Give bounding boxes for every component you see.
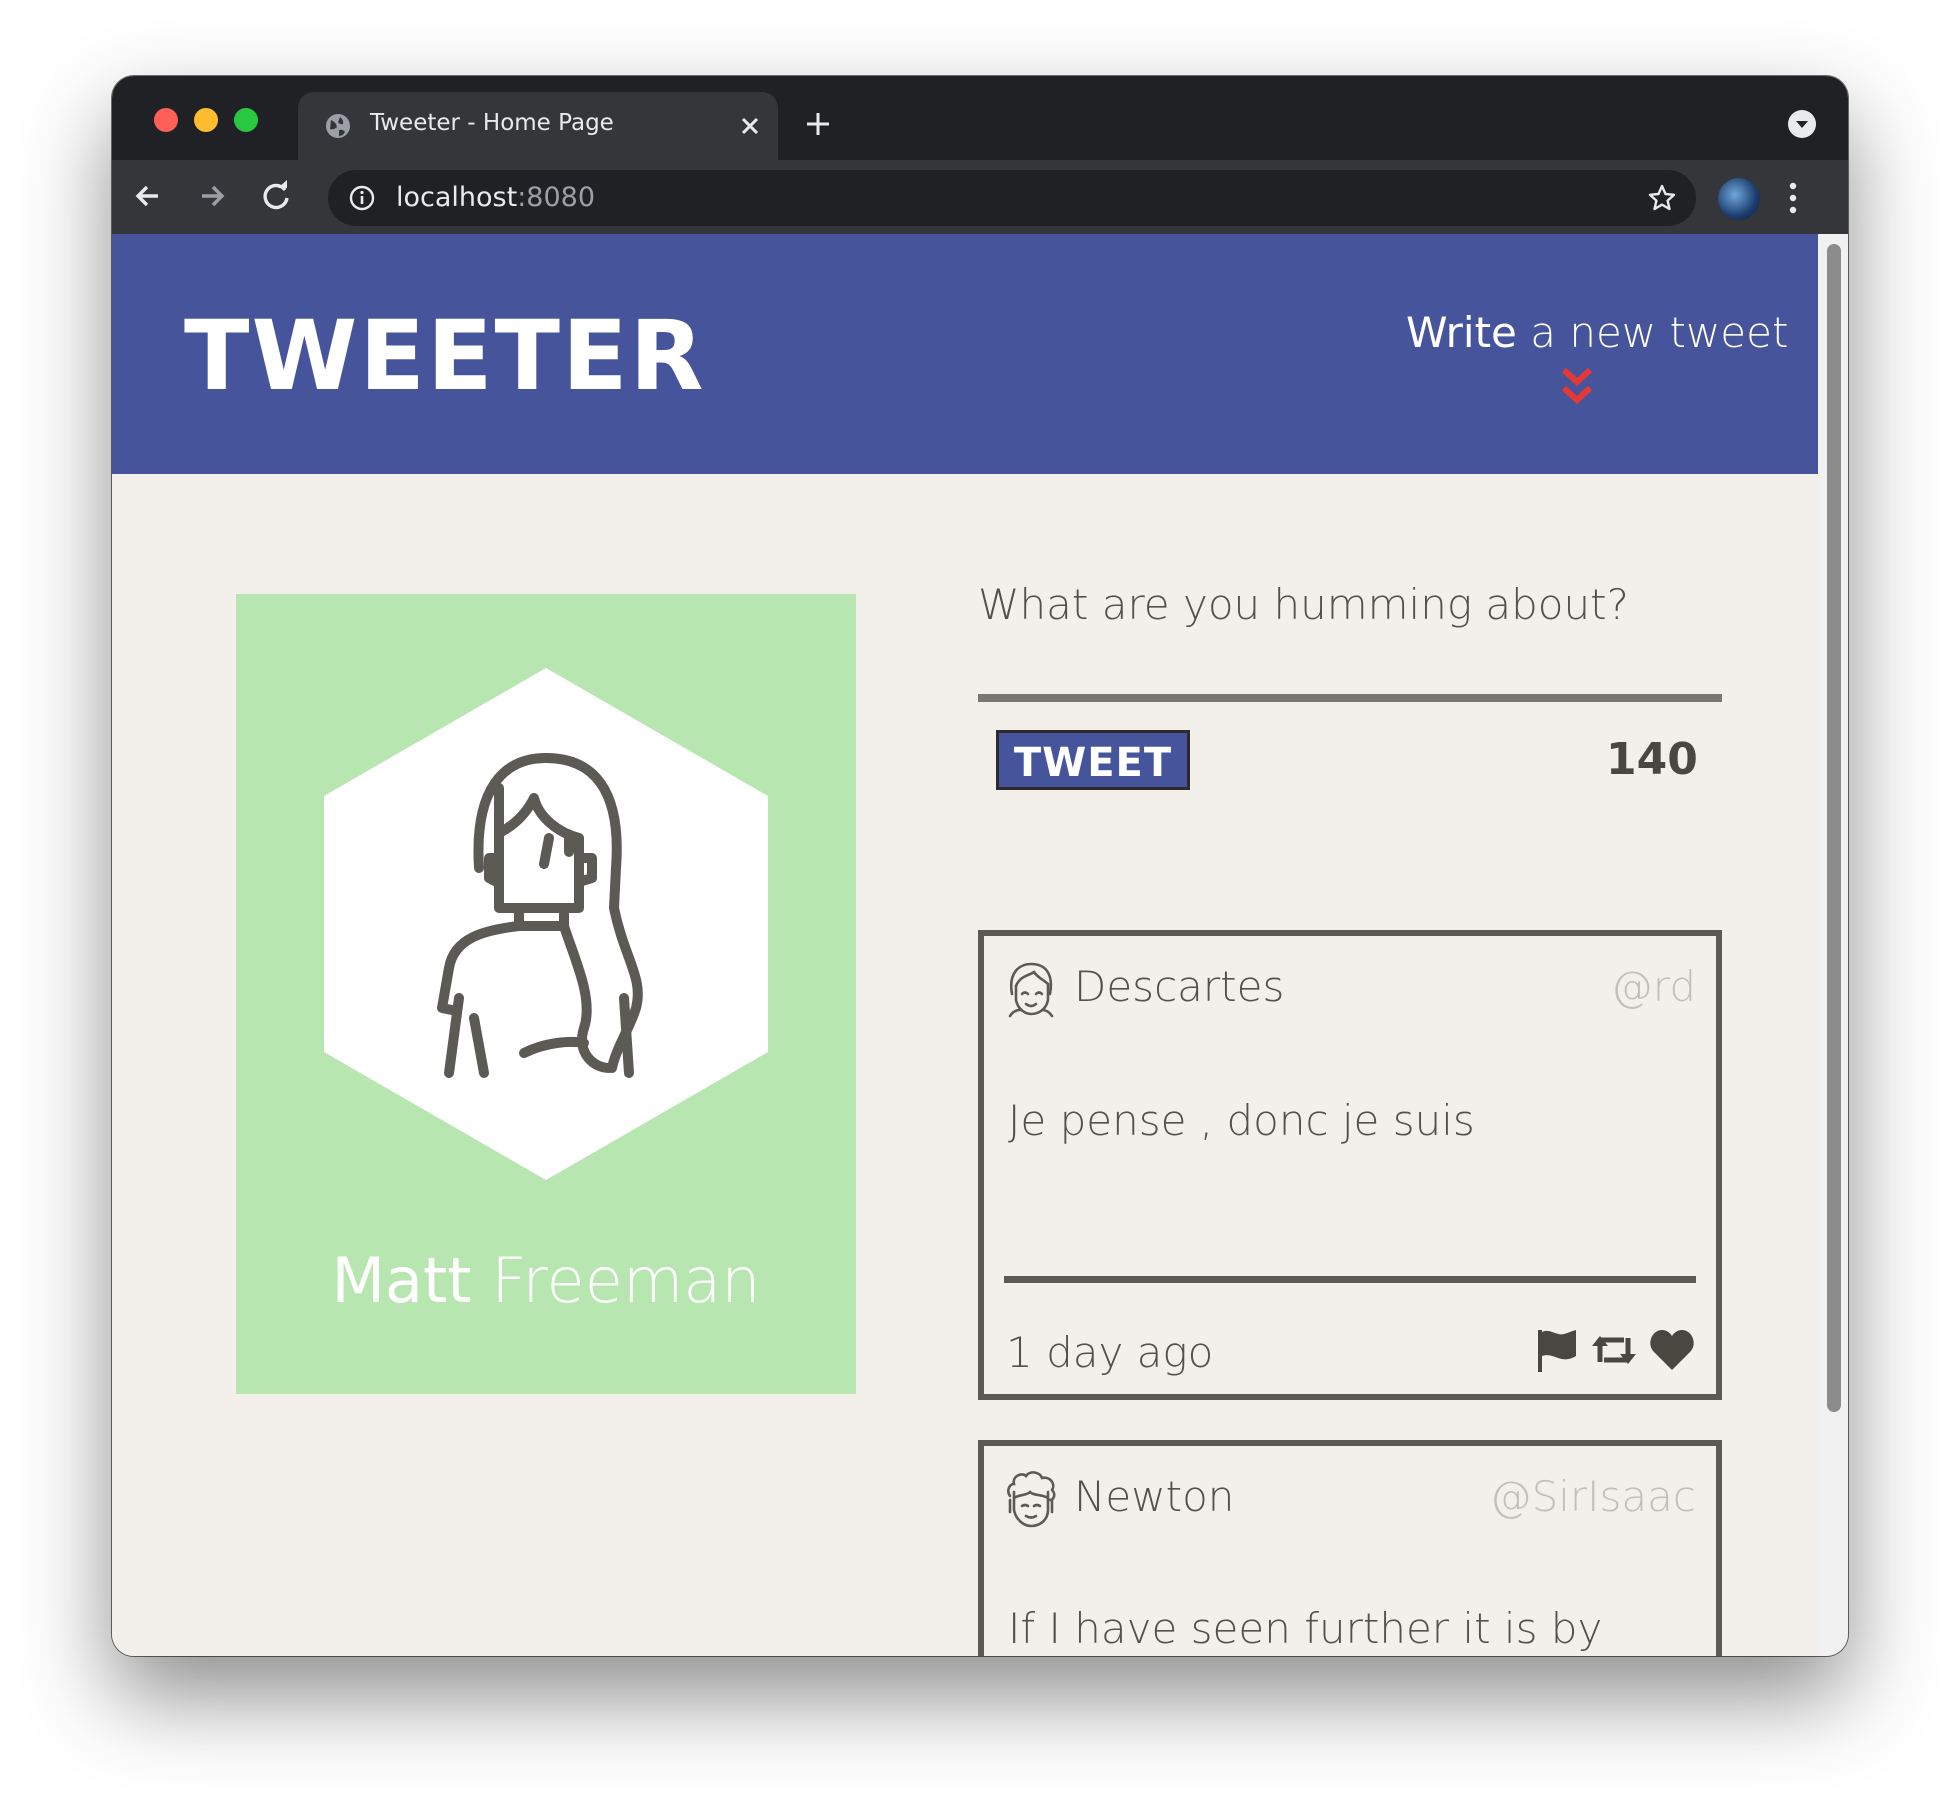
address-bar[interactable]: localhost:8080: [328, 170, 1696, 226]
tweet-input[interactable]: What are you humming about?: [978, 580, 1629, 629]
tab-strip: Tweeter - Home Page: [112, 76, 1848, 160]
browser-window: Tweeter - Home Page localhost:8080 TWEET…: [112, 76, 1848, 1656]
tweet-submit-button[interactable]: TWEET: [996, 730, 1190, 790]
browser-menu-icon[interactable]: [1788, 180, 1798, 216]
heart-icon[interactable]: [1648, 1326, 1696, 1374]
tab-search-icon[interactable]: [1788, 110, 1816, 138]
url-host: localhost: [396, 182, 518, 213]
bookmark-star-icon[interactable]: [1646, 182, 1678, 214]
minimize-window-button[interactable]: [194, 108, 218, 132]
double-chevron-down-icon[interactable]: [1560, 364, 1594, 408]
page-scrollbar[interactable]: [1818, 234, 1848, 1656]
page-content: TWEETER Write a new tweet Matt Freeman W…: [112, 234, 1818, 1656]
profile-avatar-hexagon: [324, 668, 768, 1180]
new-tab-icon[interactable]: [802, 108, 834, 140]
tweet-author-handle: @rd: [1610, 962, 1696, 1011]
profile-name: Matt Freeman: [236, 1244, 856, 1317]
retweet-icon[interactable]: [1590, 1326, 1638, 1374]
scrollbar-thumb[interactable]: [1827, 244, 1841, 1412]
tweet-actions: [1532, 1326, 1696, 1374]
forward-icon[interactable]: [192, 176, 232, 216]
url-port: :8080: [517, 182, 596, 213]
back-icon[interactable]: [128, 176, 168, 216]
browser-toolbar: localhost:8080: [112, 160, 1848, 234]
flag-icon[interactable]: [1532, 1326, 1580, 1374]
tweet-content: Je pense , donc je suis: [1008, 1096, 1475, 1145]
profile-last-name: Freeman: [471, 1244, 761, 1317]
profile-first-name: Matt: [331, 1244, 472, 1317]
url-text: localhost:8080: [396, 182, 595, 213]
tweet-author-handle: @SirIsaac: [1489, 1472, 1696, 1521]
tab-home[interactable]: Tweeter - Home Page: [298, 92, 778, 160]
reload-icon[interactable]: [256, 176, 296, 216]
tweet-card: Descartes @rd Je pense , donc je suis 1 …: [978, 930, 1722, 1400]
tab-title: Tweeter - Home Page: [370, 110, 614, 136]
site-logo[interactable]: TWEETER: [184, 308, 706, 404]
write-tweet-rest: a new tweet: [1516, 308, 1789, 357]
write-tweet-link[interactable]: Write a new tweet: [1406, 308, 1788, 357]
user-avatar-icon: [1007, 1471, 1056, 1528]
maximize-window-button[interactable]: [234, 108, 258, 132]
character-counter: 140: [1606, 734, 1698, 785]
user-avatar-icon: [1008, 962, 1054, 1018]
profile-card: Matt Freeman: [236, 594, 856, 1394]
tweet-divider: [1004, 1276, 1696, 1283]
close-window-button[interactable]: [154, 108, 178, 132]
profile-avatar[interactable]: [1718, 178, 1760, 220]
tweet-author-name: Descartes: [1074, 962, 1285, 1011]
site-nav: TWEETER Write a new tweet: [112, 234, 1818, 474]
tweet-author-name: Newton: [1074, 1472, 1235, 1521]
tweet-input-underline: [978, 694, 1722, 702]
tweet-content: If I have seen further it is by: [1008, 1604, 1603, 1653]
globe-icon: [326, 114, 350, 138]
write-tweet-strong: Write: [1406, 308, 1517, 357]
close-tab-icon[interactable]: [734, 110, 766, 142]
tweet-card: Newton @SirIsaac If I have seen further …: [978, 1440, 1722, 1656]
tweet-timestamp: 1 day ago: [1006, 1328, 1214, 1377]
info-icon[interactable]: [348, 184, 376, 212]
